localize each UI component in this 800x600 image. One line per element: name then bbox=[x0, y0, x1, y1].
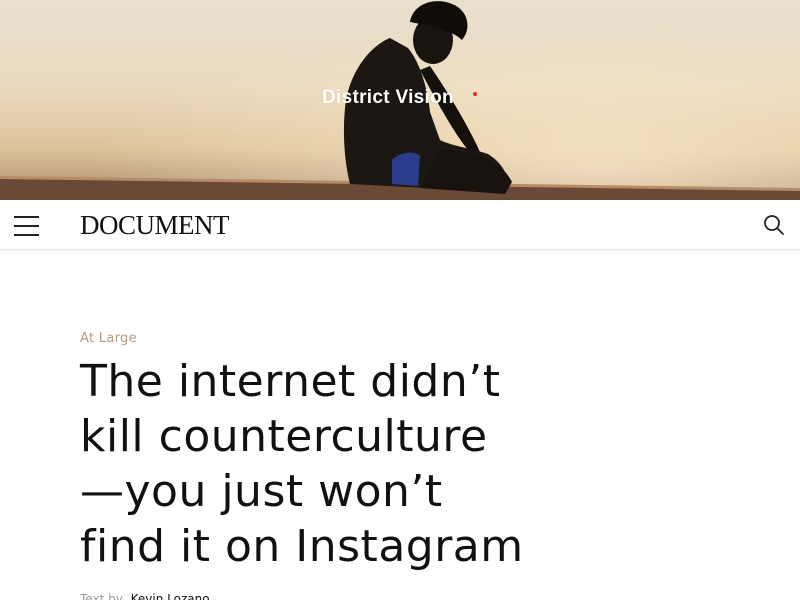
article-headline: The internet didn’t kill counterculture … bbox=[80, 354, 640, 574]
menu-line bbox=[14, 216, 39, 218]
article-category[interactable]: At Large bbox=[80, 331, 137, 346]
search-icon[interactable] bbox=[762, 213, 786, 237]
menu-line bbox=[14, 234, 39, 236]
byline-author[interactable]: Kevin Lozano bbox=[131, 592, 210, 600]
headline-line: The internet didn’t bbox=[80, 356, 501, 407]
menu-line bbox=[14, 225, 39, 227]
article-byline: Text by Kevin Lozano bbox=[80, 592, 210, 600]
hamburger-menu-icon[interactable] bbox=[14, 215, 40, 236]
headline-line: find it on Instagram bbox=[80, 521, 524, 572]
headline-line: —you just won’t bbox=[80, 466, 443, 517]
ad-brand-logo: District Vision bbox=[322, 87, 454, 108]
site-logo[interactable]: DOCUMENT bbox=[80, 210, 230, 241]
site-header: DOCUMENT bbox=[0, 200, 800, 250]
ad-brand-dot bbox=[473, 92, 477, 96]
ad-banner[interactable]: District Vision bbox=[0, 0, 800, 200]
byline-prefix: Text by bbox=[80, 592, 123, 600]
headline-line: kill counterculture bbox=[80, 411, 488, 462]
